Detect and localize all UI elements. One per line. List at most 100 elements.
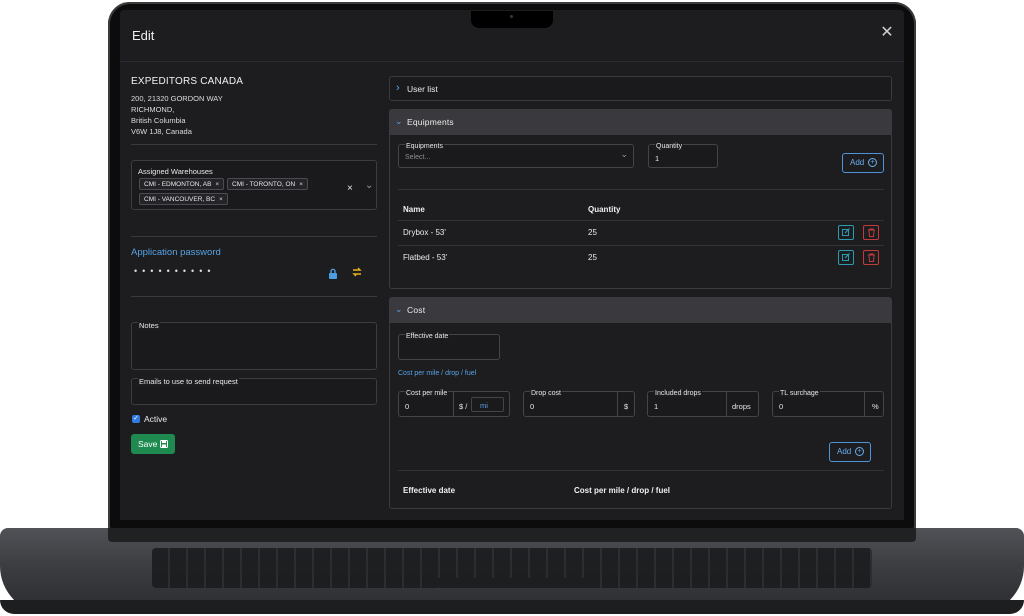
camera-notch	[471, 11, 553, 28]
column-header: Effective date	[403, 486, 456, 495]
tl-surcharge-label: TL surchage	[779, 390, 820, 397]
chevron-down-icon[interactable]: ⌄	[365, 180, 373, 191]
warehouse-chip[interactable]: CMI - TORONTO, ON ×	[227, 178, 308, 190]
edit-modal: Edit ✕ EXPEDITORS CANADA 200, 21320 GORD…	[120, 10, 904, 520]
chip-remove-icon[interactable]: ×	[219, 196, 223, 203]
edit-icon[interactable]	[838, 250, 854, 265]
chip-remove-icon[interactable]: ×	[299, 181, 303, 188]
add-equipment-button[interactable]: Add +	[842, 153, 884, 173]
divider	[398, 220, 884, 221]
address-line: British Columbia	[131, 116, 186, 125]
divider	[398, 245, 884, 246]
equipments-header[interactable]: ⌄ Equipments	[390, 110, 891, 135]
trash-icon[interactable]	[863, 250, 879, 265]
warehouses-label: Assigned Warehouses	[138, 167, 213, 176]
hinge	[108, 528, 916, 542]
tl-surcharge-value: 0	[779, 402, 784, 411]
notes-label: Notes	[138, 321, 160, 330]
column-header: Cost per mile / drop / fuel	[574, 486, 671, 495]
drop-cost-field[interactable]: Drop cost 0 $	[523, 390, 635, 417]
warehouse-chip-label: CMI - EDMONTON, AB	[144, 181, 212, 188]
save-icon	[160, 440, 168, 448]
chip-remove-icon[interactable]: ×	[215, 181, 219, 188]
trackpad-groove	[434, 578, 590, 588]
divider	[617, 392, 618, 416]
add-cost-button[interactable]: Add +	[829, 442, 871, 462]
chevron-down-icon: ⌄	[395, 304, 403, 314]
cost-mode-link[interactable]: Cost per mile / drop / fuel	[398, 370, 476, 377]
edit-icon[interactable]	[838, 225, 854, 240]
add-label: Add	[837, 447, 852, 456]
notes-textarea[interactable]: Notes	[131, 321, 377, 370]
refresh-icon[interactable]	[351, 265, 363, 283]
emails-label: Emails to use to send request	[138, 377, 239, 386]
equipment-name: Drybox - 53'	[403, 228, 446, 237]
tl-surcharge-field[interactable]: TL surchage 0 %	[772, 390, 884, 417]
effective-date-label: Effective date	[405, 333, 450, 340]
warehouse-chip-label: CMI - TORONTO, ON	[232, 181, 296, 188]
active-checkbox[interactable]: ✓	[132, 415, 140, 423]
included-drops-field[interactable]: Included drops 1 drops	[647, 390, 759, 417]
camera-dot	[510, 15, 513, 18]
save-button[interactable]: Save	[131, 434, 175, 454]
cost-per-mile-value: 0	[405, 402, 410, 411]
chevron-right-icon: ›	[396, 82, 400, 94]
close-icon[interactable]: ✕	[880, 25, 894, 41]
address-line: V6W 1J8, Canada	[131, 127, 192, 136]
included-drops-label: Included drops	[654, 390, 702, 397]
cost-title: Cost	[407, 305, 426, 315]
equipments-panel: ⌄ Equipments Equipments Select... ⌄ Quan…	[389, 109, 892, 289]
address-line: 200, 21320 GORDON WAY	[131, 94, 223, 103]
included-drops-value: 1	[654, 402, 659, 411]
effective-date-field[interactable]: Effective date	[398, 333, 500, 360]
warehouses-select[interactable]: Assigned Warehouses CMI - EDMONTON, AB × …	[131, 160, 377, 210]
base-lip	[0, 600, 1024, 614]
address-line: RICHMOND,	[131, 105, 175, 114]
divider	[398, 470, 884, 471]
plus-icon: +	[855, 447, 864, 456]
app-password-value: ••••••••••	[134, 266, 216, 276]
equipment-quantity: 25	[588, 253, 597, 262]
divider	[131, 144, 377, 145]
equipment-quantity: 25	[588, 228, 597, 237]
warehouse-chip[interactable]: CMI - EDMONTON, AB ×	[139, 178, 225, 190]
distance-unit-select[interactable]: mi	[471, 397, 504, 412]
cost-header[interactable]: ⌄ Cost	[390, 298, 891, 323]
equipments-title: Equipments	[407, 117, 454, 127]
company-name: EXPEDITORS CANADA	[131, 76, 244, 87]
modal-title: Edit	[132, 28, 155, 43]
percent-unit: %	[872, 402, 879, 411]
equipment-select-label: Equipments	[405, 143, 444, 150]
chevron-down-icon: ⌄	[620, 149, 628, 159]
clear-icon[interactable]: ×	[347, 183, 353, 194]
divider	[726, 392, 727, 416]
user-list-panel[interactable]: › User list	[389, 76, 892, 101]
currency-unit: $ /	[459, 402, 468, 411]
quantity-label: Quantity	[655, 143, 684, 150]
equipment-select[interactable]: Equipments Select... ⌄	[398, 143, 634, 168]
save-label: Save	[138, 439, 158, 449]
app-password-label: Application password	[131, 247, 221, 258]
cost-per-mile-field[interactable]: Cost per mile 0 $ / mi	[398, 390, 510, 417]
divider	[131, 236, 377, 237]
active-label: Active	[144, 414, 168, 424]
chevron-down-icon: ⌄	[395, 116, 403, 126]
lock-icon[interactable]	[328, 266, 338, 284]
column-header: Name	[403, 205, 425, 214]
warehouse-chip-label: CMI - VANCOUVER, BC	[144, 196, 216, 203]
equipment-name: Flatbed - 53'	[403, 253, 448, 262]
laptop-base	[0, 528, 1024, 614]
emails-field[interactable]: Emails to use to send request	[131, 377, 377, 405]
divider	[398, 189, 884, 190]
quantity-field[interactable]: Quantity 1	[648, 143, 718, 168]
equipment-select-placeholder: Select...	[405, 154, 431, 161]
cost-per-mile-label: Cost per mile	[405, 390, 449, 397]
drop-cost-label: Drop cost	[530, 390, 562, 397]
drops-unit: drops	[732, 402, 751, 411]
plus-icon: +	[868, 158, 877, 167]
trash-icon[interactable]	[863, 225, 879, 240]
add-label: Add	[850, 158, 865, 167]
divider	[864, 392, 865, 416]
warehouse-chip[interactable]: CMI - VANCOUVER, BC ×	[139, 193, 228, 205]
currency-unit: $	[624, 402, 629, 411]
